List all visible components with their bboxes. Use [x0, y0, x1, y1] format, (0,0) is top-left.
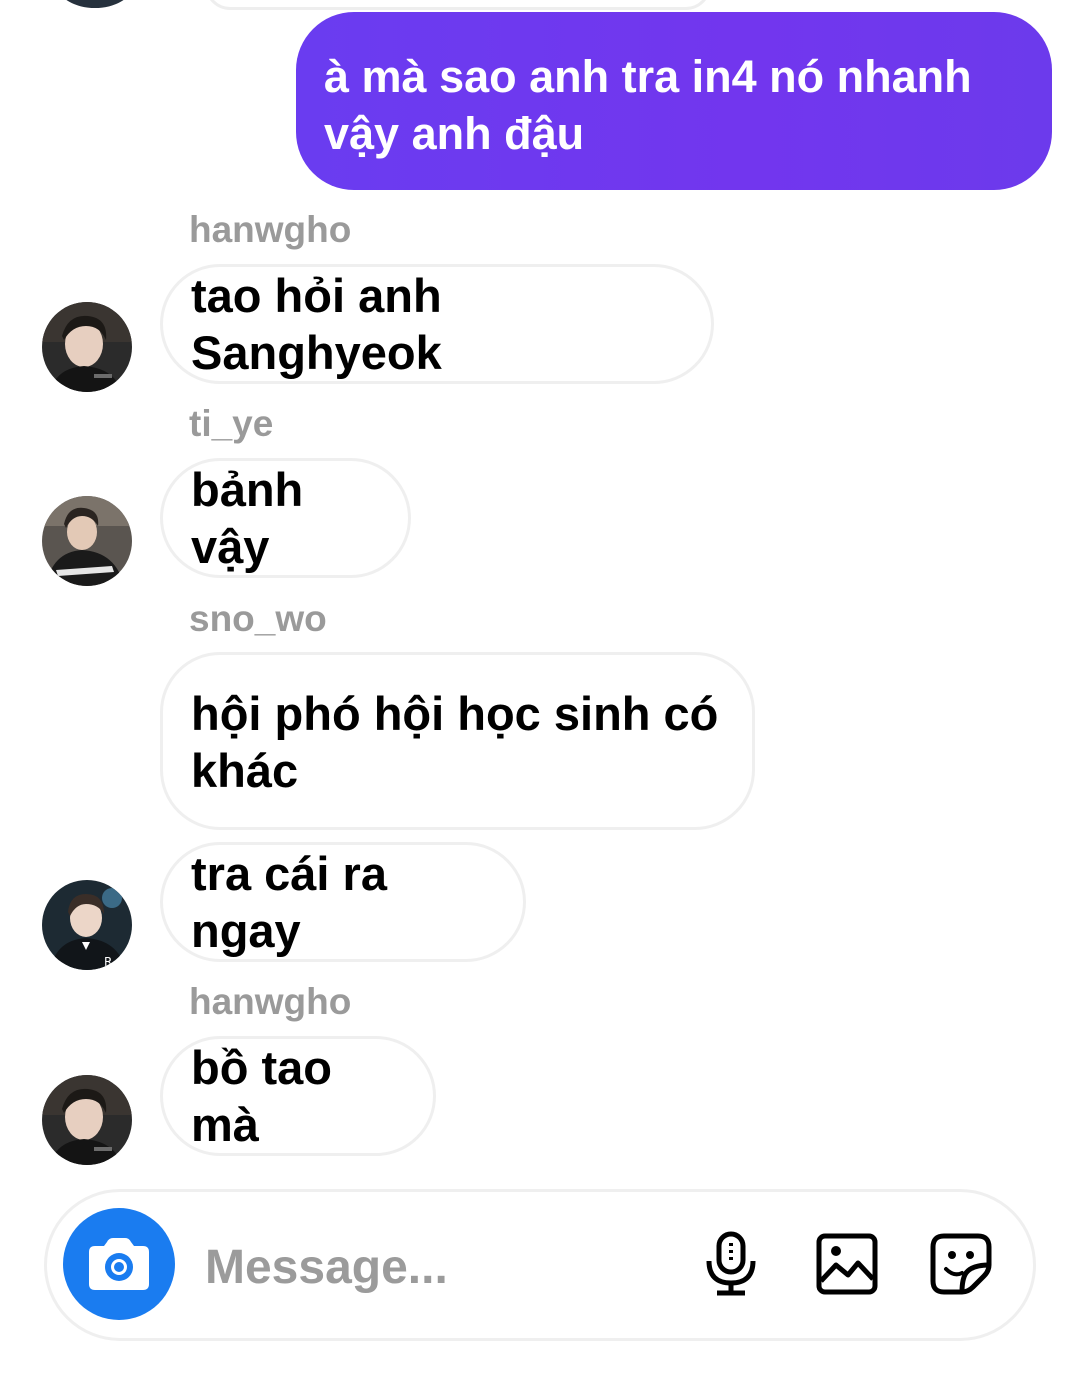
sticker-icon [930, 1233, 992, 1295]
avatar-photo-icon [42, 1075, 132, 1165]
camera-button[interactable] [63, 1208, 175, 1320]
message-composer [44, 1189, 1036, 1341]
avatar-hanwgho[interactable] [42, 302, 132, 392]
avatar-ti_ye[interactable] [42, 496, 132, 586]
received-message-bubble[interactable]: tao hỏi anh Sanghyeok [160, 264, 714, 384]
sticker-button[interactable] [925, 1228, 997, 1300]
microphone-icon [706, 1231, 756, 1296]
avatar-photo-icon: R [42, 880, 132, 970]
received-message-bubble[interactable]: tra cái ra ngay [160, 842, 526, 962]
sender-name-hanwgho: hanwgho [189, 981, 352, 1022]
sent-message-text: à mà sao anh tra in4 nó nhanh vậy anh đậ… [324, 51, 972, 159]
message-input[interactable] [205, 1234, 675, 1300]
gallery-button[interactable] [811, 1228, 883, 1300]
sender-name-hanwgho: hanwgho [189, 209, 352, 250]
received-message-bubble[interactable]: bảnh vậy [160, 458, 411, 578]
image-icon [816, 1233, 878, 1295]
sent-message-bubble[interactable]: à mà sao anh tra in4 nó nhanh vậy anh đậ… [296, 12, 1052, 190]
message-text: tao hỏi anh Sanghyeok [191, 269, 442, 379]
svg-text:R: R [104, 955, 112, 969]
avatar-partial [58, 0, 132, 8]
avatar-hanwgho[interactable] [42, 1075, 132, 1165]
message-text: tra cái ra ngay [191, 847, 387, 957]
avatar-photo-icon [42, 496, 132, 586]
avatar-sno_wo[interactable]: R [42, 880, 132, 970]
message-text: hội phó hội học sinh có khác [191, 687, 719, 797]
avatar-photo-icon [42, 302, 132, 392]
camera-icon [89, 1238, 149, 1290]
message-bubble-partial [205, 0, 711, 10]
sender-name-ti_ye: ti_ye [189, 403, 274, 444]
message-text: bồ tao mà [191, 1041, 332, 1151]
sender-name-sno_wo: sno_wo [189, 598, 327, 639]
microphone-button[interactable] [695, 1228, 767, 1300]
received-message-bubble[interactable]: bồ tao mà [160, 1036, 436, 1156]
message-text: bảnh vậy [191, 463, 304, 573]
received-message-bubble[interactable]: hội phó hội học sinh có khác [160, 652, 755, 830]
